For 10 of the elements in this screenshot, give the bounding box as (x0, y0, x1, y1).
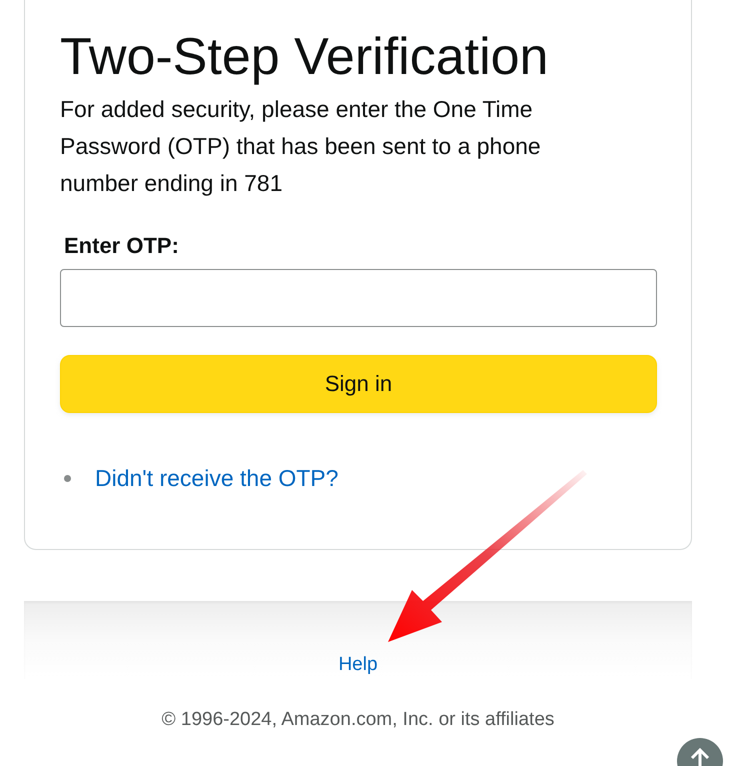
otp-help-link[interactable]: Didn't receive the OTP? (95, 465, 338, 492)
instruction-text: For added security, please enter the One Time Password (OTP) that has been sent to a phone number ending in 781 (60, 95, 542, 198)
field-label: Enter OTP: (64, 232, 179, 260)
page-heading: Two-Step Verification (60, 27, 548, 87)
sign-in-button[interactable]: Sign in (60, 355, 657, 413)
otp-input-field[interactable] (60, 269, 657, 327)
bullet-icon (64, 475, 71, 482)
copyright-text: © 1996-2024, Amazon.com, Inc. or its affiliates (160, 709, 556, 731)
up-arrow-icon (690, 748, 710, 766)
help-link[interactable]: Help (338, 654, 378, 676)
